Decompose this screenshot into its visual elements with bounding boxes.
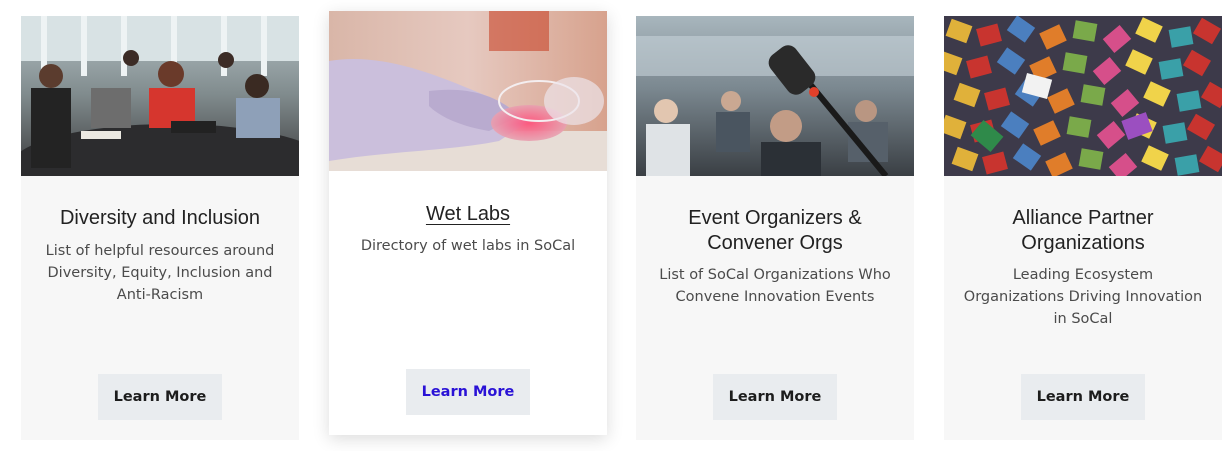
card-description: List of helpful resources around Diversi… [45, 243, 275, 303]
learn-more-button[interactable]: Learn More [98, 374, 222, 420]
learn-more-button[interactable]: Learn More [713, 374, 837, 420]
puzzle-pieces-photo [944, 16, 1222, 176]
resource-card-wet-labs[interactable]: Wet Labs Directory of wet labs in SoCal … [329, 11, 607, 435]
people-meeting-photo [21, 16, 299, 176]
petri-dish-glove-photo [329, 11, 607, 171]
resource-card-event-organizers[interactable]: Event Organizers & Convener Orgs List of… [636, 16, 914, 440]
card-description: List of SoCal Organizations Who Convene … [659, 267, 891, 305]
card-title: Event Organizers & Convener Orgs [688, 207, 862, 254]
card-title: Alliance Partner Organizations [1012, 207, 1154, 254]
card-description: Leading Ecosystem Organizations Driving … [963, 267, 1203, 327]
resource-card-alliance-partners[interactable]: Alliance Partner Organizations Leading E… [944, 16, 1222, 440]
learn-more-button[interactable]: Learn More [406, 369, 530, 415]
card-title: Diversity and Inclusion [59, 207, 261, 229]
card-title[interactable]: Wet Labs [345, 202, 591, 227]
conference-microphone-photo [636, 16, 914, 176]
resource-card-diversity[interactable]: Diversity and Inclusion List of helpful … [21, 16, 299, 440]
card-description: Directory of wet labs in SoCal [360, 238, 576, 254]
learn-more-button[interactable]: Learn More [1021, 374, 1145, 420]
